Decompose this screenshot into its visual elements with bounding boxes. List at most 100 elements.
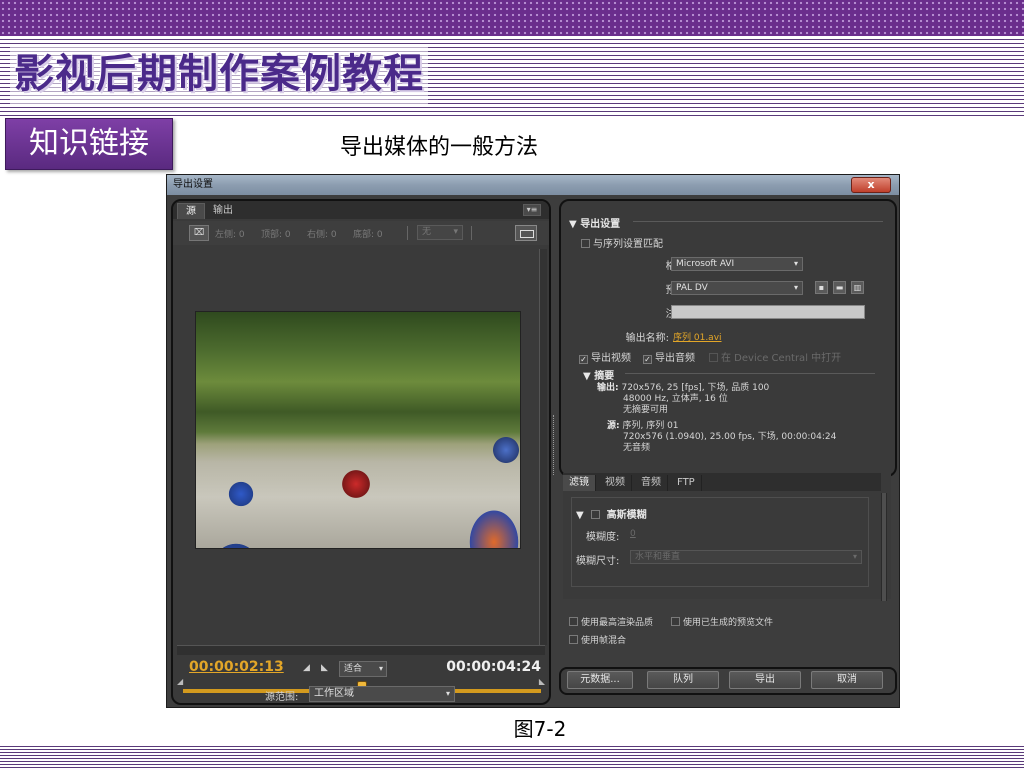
close-icon[interactable]: x [851,177,891,193]
summary-output-key: 输出: [597,383,619,393]
preset-select[interactable]: PAL DV ▾ [671,281,803,295]
slide-title: 影视后期制作案例教程 [10,46,428,106]
export-video-label: 导出视频 [591,353,631,364]
use-previews-checkbox[interactable]: 使用已生成的预览文件 [671,615,773,628]
zoom-fit-select[interactable]: 适合 ▾ [339,661,387,677]
chevron-down-icon: ▾ [453,227,458,237]
checkbox-icon [709,353,718,362]
zoom-fit-value: 适合 [344,664,363,674]
crop-toolbar: ⌧ 左侧: 0 顶部: 0 右侧: 0 底部: 0 无 ▾ [173,221,549,245]
dialog-title: 导出设置 [173,179,213,190]
device-central-checkbox[interactable]: 在 Device Central 中打开 [709,349,841,364]
chevron-down-icon: ▾ [793,283,798,292]
export-settings-panel: ▼ 导出设置 与序列设置匹配 格式: Microsoft AVI ▾ 预设: P… [559,199,897,477]
current-timecode[interactable]: 00:00:02:13 [189,659,284,675]
save-preset-icon[interactable]: ▪ [815,281,828,294]
checkbox-icon [581,239,590,248]
export-settings-dialog: 导出设置 x 源 输出 ▾≡ ⌧ 左侧: 0 顶部: 0 右侧: 0 底部: 0… [166,174,900,708]
tab-video[interactable]: 视频 [599,475,632,491]
tab-audio[interactable]: 音频 [635,475,668,491]
source-panel-tabs: 源 输出 ▾≡ [173,201,549,219]
summary-source-key: 源: [607,421,620,431]
format-value: Microsoft AVI [676,259,735,269]
frame-blending-checkbox[interactable]: 使用帧混合 [569,633,626,646]
collapse-triangle-icon: ▼ [583,371,591,382]
chevron-down-icon: ▾ [445,689,450,698]
preview-vertical-scrollbar[interactable] [539,249,547,645]
max-render-quality-checkbox[interactable]: 使用最高渲染品质 [569,615,653,628]
dialog-button-row: 元数据... 队列 导出 取消 [563,671,883,691]
filter-tab-area: 滤镜 视频 音频 FTP ▼ 高斯模糊 模糊度: 0 模糊尺寸: 水平和垂直 ▾ [563,473,891,601]
checkbox-icon[interactable] [591,510,601,519]
cancel-button[interactable]: 取消 [811,671,883,689]
summary-output-line: 48000 Hz, 立体声, 16 位 [623,394,728,404]
tab-filters[interactable]: 滤镜 [563,475,596,491]
filter-scrollbar[interactable] [881,493,887,601]
total-duration-timecode: 00:00:04:24 [446,659,541,675]
settings-tabs: 滤镜 视频 音频 FTP [563,473,881,491]
slide-bottom-stripes [0,744,1024,768]
blur-dimension-label: 模糊尺寸: [576,556,620,567]
export-button[interactable]: 导出 [729,671,801,689]
summary-output-line: 无摘要可用 [623,405,669,415]
summary-source-line: 720x576 (1.0940), 25.00 fps, 下场, 00:00:0… [623,432,837,442]
export-video-checkbox[interactable]: ✓ 导出视频 [579,349,631,364]
mark-in-icon[interactable]: ◢ [303,663,310,673]
section-tag: 知识链接 [5,118,173,170]
summary-output-line: 输出: 720x576, 25 [fps], 下场, 品质 100 [597,383,769,394]
chevron-down-icon: ▾ [852,552,857,561]
tab-ftp[interactable]: FTP [671,475,702,491]
frame-blending-label: 使用帧混合 [581,636,627,646]
match-sequence-label: 与序列设置匹配 [593,239,663,250]
video-preview [195,311,521,549]
delete-preset-icon[interactable]: ▥ [851,281,864,294]
crop-separator [471,226,472,240]
chevron-down-icon: ▾ [793,259,798,268]
preset-value: PAL DV [676,283,708,293]
blur-dimension-select[interactable]: 水平和垂直 ▾ [630,550,862,564]
figure-caption: 图7-2 [513,717,567,741]
crop-icon[interactable]: ⌧ [189,225,209,241]
chevron-down-icon: ▾ [378,664,383,673]
gaussian-blur-title: 高斯模糊 [606,510,647,521]
tab-output[interactable]: 输出 [205,203,241,219]
crop-ratio-select[interactable]: 无 ▾ [417,225,463,240]
crop-ratio-value: 无 [422,227,432,237]
collapse-triangle-icon: ▼ [569,219,577,230]
crop-top-field: 顶部: 0 [261,230,291,240]
import-preset-icon[interactable]: ▬ [833,281,846,294]
checkbox-icon [671,617,680,626]
comment-input[interactable] [671,305,865,319]
tab-source[interactable]: 源 [177,203,205,219]
summary-header[interactable]: ▼ 摘要 [583,367,614,382]
slide-top-band [0,0,1024,36]
gaussian-blur-group: ▼ 高斯模糊 模糊度: 0 模糊尺寸: 水平和垂直 ▾ [571,497,869,587]
preview-horizontal-scrollbar[interactable] [177,645,545,655]
crop-separator [407,226,408,240]
slide-heading: 导出媒体的一般方法 [340,135,539,160]
crop-right-field: 右侧: 0 [307,230,337,240]
blurriness-value[interactable]: 0 [630,529,636,539]
crop-bottom-field: 底部: 0 [353,230,383,240]
section-divider [633,221,883,222]
source-range-select[interactable]: 工作区域 ▾ [309,686,455,702]
output-name-link[interactable]: 序列 01.avi [673,330,722,343]
summary-source-line: 源: 序列, 序列 01 [607,421,679,432]
summary-source-text: 序列, 序列 01 [622,421,679,431]
queue-button[interactable]: 队列 [647,671,719,689]
mark-out-icon[interactable]: ◣ [321,663,328,673]
checkmark-icon: ✓ [579,355,588,364]
checkbox-icon [569,635,578,644]
panel-splitter[interactable] [553,415,557,475]
export-audio-checkbox[interactable]: ✓ 导出音频 [643,349,695,364]
gaussian-blur-header[interactable]: ▼ 高斯模糊 [576,506,647,521]
timecode-row: 00:00:02:13 ◢ ◣ 适合 ▾ 00:00:04:24 [173,657,549,681]
panel-menu-icon[interactable]: ▾≡ [523,204,541,216]
metadata-button[interactable]: 元数据... [567,671,633,689]
aspect-view-icon[interactable] [515,225,537,241]
dialog-titlebar: 导出设置 x [167,175,899,195]
max-render-quality-label: 使用最高渲染品质 [581,618,654,628]
format-select[interactable]: Microsoft AVI ▾ [671,257,803,271]
match-sequence-checkbox[interactable]: 与序列设置匹配 [581,235,663,250]
export-settings-header[interactable]: ▼ 导出设置 [569,215,620,230]
